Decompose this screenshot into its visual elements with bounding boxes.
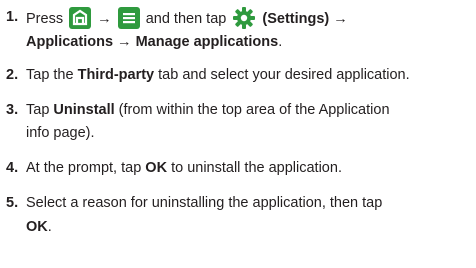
step-5-line-2: OK. bbox=[26, 217, 52, 237]
step-number: 4. bbox=[6, 160, 19, 176]
settings-label: (Settings) bbox=[262, 10, 330, 27]
step-1-line-2: Applications → Manage applications. bbox=[26, 32, 282, 52]
step-number: 1. bbox=[6, 9, 19, 25]
step-text: . bbox=[278, 34, 283, 50]
step-text: Select a reason for uninstalling the app… bbox=[26, 195, 383, 211]
step-number: 5. bbox=[6, 195, 19, 211]
arrow: → bbox=[333, 10, 348, 27]
step-text: tab and select your desired application. bbox=[154, 67, 410, 83]
step-3-line-1: Tap Uninstall (from within the top area … bbox=[26, 100, 390, 120]
ok-label: OK bbox=[145, 160, 168, 176]
home-key-icon bbox=[69, 7, 92, 29]
menu-path-manage-applications: Manage applications bbox=[135, 34, 279, 50]
step-text: (from within the top area of the Applica… bbox=[114, 102, 390, 118]
third-party-tab-label: Third-party bbox=[77, 67, 155, 83]
step-text: and then tap bbox=[145, 10, 227, 27]
ok-label: OK bbox=[26, 219, 48, 235]
step-text: Press bbox=[26, 10, 64, 27]
step-text: Tap bbox=[26, 102, 54, 118]
step-text: . bbox=[47, 219, 52, 235]
step-number: 3. bbox=[6, 102, 19, 118]
step-number: 2. bbox=[6, 67, 19, 83]
arrow: → bbox=[117, 34, 132, 50]
step-5-line-1: Select a reason for uninstalling the app… bbox=[26, 193, 382, 213]
menu-key-icon bbox=[117, 7, 140, 29]
step-2-line-1: Tap the Third-party tab and select your … bbox=[26, 65, 410, 85]
step-text: to uninstall the application. bbox=[167, 160, 342, 176]
arrow: → bbox=[97, 10, 112, 27]
menu-path-applications: Applications bbox=[26, 34, 114, 50]
step-3-line-2: info page). bbox=[26, 123, 95, 143]
step-text: info page). bbox=[26, 125, 95, 141]
uninstall-label: Uninstall bbox=[53, 102, 115, 118]
step-text: Tap the bbox=[26, 67, 78, 83]
step-text: At the prompt, tap bbox=[26, 160, 146, 176]
settings-gear-icon bbox=[232, 6, 256, 30]
step-1-line-1: Press → and then tap (Settings) → bbox=[26, 7, 348, 31]
step-4-line-1: At the prompt, tap OK to uninstall the a… bbox=[26, 158, 342, 178]
